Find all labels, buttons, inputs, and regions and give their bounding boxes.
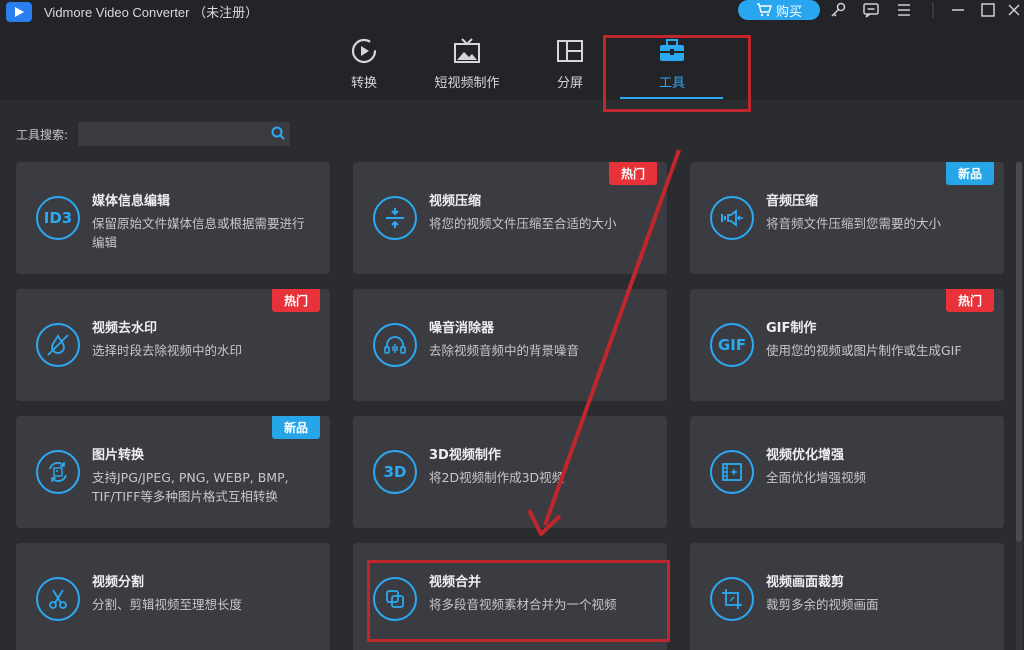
collage-icon [557,40,583,62]
tool-title: 视频优化增强 [766,448,845,463]
tool-title: 视频压缩 [429,194,482,209]
tool-card-noise-remover[interactable]: 噪音消除器 去除视频音频中的背景噪音 [353,289,667,401]
tool-card-video-cropper[interactable]: 视频画面裁剪 裁剪多余的视频画面 [690,543,1004,650]
tab-collage[interactable]: 分屏 [548,36,592,96]
tool-card-3d-maker[interactable]: 3D 3D视频制作 将2D视频制作成3D视频 [353,416,667,528]
new-badge: 新品 [272,416,320,439]
tool-desc: 去除视频音频中的背景噪音 [429,343,580,358]
3d-icon: 3D [373,450,417,494]
tool-desc: 将您的视频文件压缩至合适的大小 [429,216,617,231]
tool-title: 媒体信息编辑 [92,194,171,209]
tool-card-video-splitter[interactable]: 视频分割 分割、剪辑视频至理想长度 [16,543,330,650]
tool-card-watermark-remover[interactable]: 视频去水印 选择时段去除视频中的水印 热门 [16,289,330,401]
tool-desc: 选择时段去除视频中的水印 [92,343,243,358]
tab-toolbox-label: 工具 [658,76,685,91]
tool-desc: 裁剪多余的视频画面 [766,597,879,612]
minimize-icon[interactable] [948,0,968,20]
feedback-icon[interactable] [861,0,881,20]
tool-title: GIF制作 [766,321,817,336]
tool-card-video-merger[interactable]: 视频合并 将多段音视频素材合并为一个视频 [353,543,667,650]
close-icon[interactable] [1004,0,1024,20]
merge-icon [373,577,417,621]
enhance-icon [710,450,754,494]
tool-card-image-converter[interactable]: 图片转换 支持JPG/JPEG, PNG, WEBP, BMP, TIF/TIF… [16,416,330,528]
audio-compress-icon [710,196,754,240]
tab-mv-label: 短视频制作 [434,76,500,91]
tool-desc: 保留原始文件媒体信息或根据需要进行编辑 [92,216,305,250]
tool-card-audio-compress[interactable]: 音频压缩 将音频文件压缩到您需要的大小 新品 [690,162,1004,274]
scissors-icon [36,577,80,621]
tool-desc: 将2D视频制作成3D视频 [429,470,565,485]
mv-icon [454,38,480,63]
cart-icon [756,3,772,17]
buy-label: 购买 [775,4,802,20]
tool-card-gif-maker[interactable]: GIF GIF制作 使用您的视频或图片制作或生成GIF 热门 [690,289,1004,401]
hot-badge: 热门 [946,289,994,312]
app-logo [6,2,32,22]
active-tab-indicator [620,97,723,99]
key-icon[interactable] [828,0,848,20]
image-convert-icon [36,450,80,494]
convert-icon [351,38,377,64]
tool-title: 视频合并 [429,575,482,590]
title-bar: Vidmore Video Converter （未注册） 购买 转换 短视频制… [0,0,1024,100]
crop-icon [710,577,754,621]
menu-icon[interactable] [894,0,914,20]
tool-title: 图片转换 [92,448,145,463]
hot-badge: 热门 [272,289,320,312]
search-label: 工具搜索: [16,128,69,142]
search-icon[interactable] [270,125,286,141]
window-title: Vidmore Video Converter （未注册） [44,5,259,20]
tool-desc: 使用您的视频或图片制作或生成GIF [766,343,962,358]
tool-title: 视频画面裁剪 [766,575,845,590]
tab-toolbox[interactable]: 工具 [650,36,694,96]
maximize-icon[interactable] [978,0,998,20]
buy-button[interactable]: 购买 [738,0,820,20]
tool-desc: 将音频文件压缩到您需要的大小 [766,216,942,231]
gif-icon: GIF [710,323,754,367]
tool-title: 视频去水印 [92,321,158,336]
tool-title: 音频压缩 [766,194,819,209]
tool-desc: 全面优化增强视频 [766,470,867,485]
toolbox-icon [660,39,684,61]
tab-collage-label: 分屏 [556,76,583,91]
noise-icon [373,323,417,367]
tool-card-metadata[interactable]: ID3 媒体信息编辑 保留原始文件媒体信息或根据需要进行编辑 [16,162,330,274]
watermark-remove-icon [36,323,80,367]
tool-title: 3D视频制作 [429,448,501,463]
search-input[interactable] [78,122,290,146]
tab-convert-label: 转换 [350,76,377,91]
tool-title: 噪音消除器 [429,321,495,336]
tool-desc: 分割、剪辑视频至理想长度 [92,597,243,612]
tab-mv[interactable]: 短视频制作 [430,36,504,96]
tab-convert[interactable]: 转换 [342,36,386,96]
tool-title: 视频分割 [92,575,145,590]
id3-icon: ID3 [36,196,80,240]
compress-icon [373,196,417,240]
divider-icon [923,0,943,20]
tool-card-video-enhancer[interactable]: 视频优化增强 全面优化增强视频 [690,416,1004,528]
tool-card-video-compress[interactable]: 视频压缩 将您的视频文件压缩至合适的大小 热门 [353,162,667,274]
tool-desc: 将多段音视频素材合并为一个视频 [429,597,617,612]
hot-badge: 热门 [609,162,657,185]
new-badge: 新品 [946,162,994,185]
scrollbar-thumb[interactable] [1016,162,1022,542]
tool-desc: 支持JPG/JPEG, PNG, WEBP, BMP, TIF/TIFF等多种图… [92,470,289,504]
